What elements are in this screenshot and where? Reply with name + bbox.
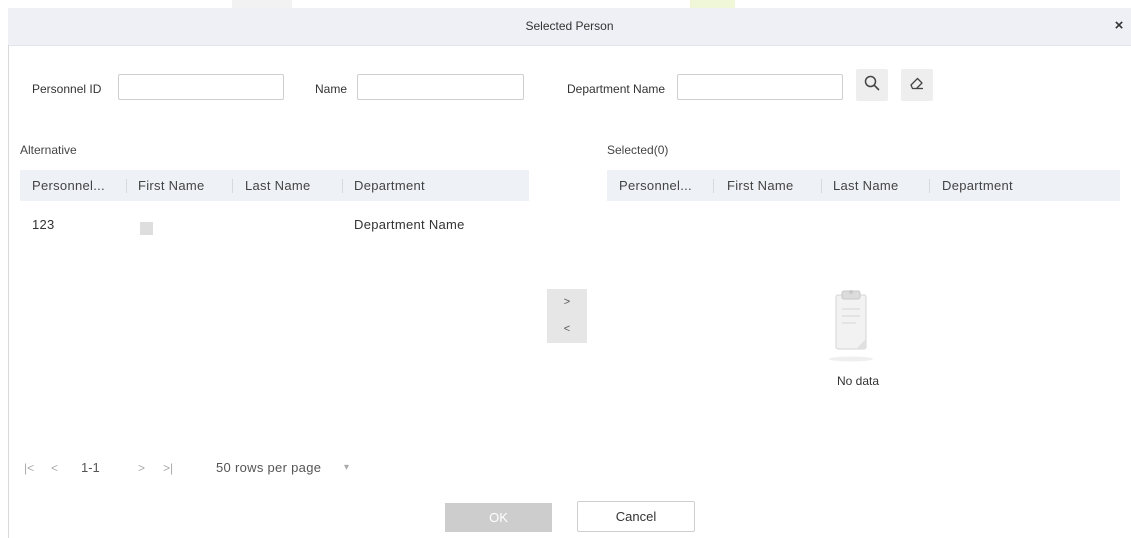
backdrop-shape: [690, 0, 735, 8]
column-header-last-name[interactable]: Last Name: [245, 170, 311, 201]
selected-label: Selected(0): [607, 143, 669, 157]
row-checkbox[interactable]: [140, 222, 153, 235]
personnel-id-label: Personnel ID: [32, 82, 102, 96]
department-name-input[interactable]: [677, 74, 843, 100]
column-header-department[interactable]: Department: [942, 170, 1013, 201]
backdrop-shape: [232, 0, 292, 8]
prev-page-icon[interactable]: <: [51, 459, 58, 477]
selected-grid-header: Personnel... First Name Last Name Depart…: [607, 170, 1120, 201]
dialog-border: [8, 45, 9, 538]
first-page-icon[interactable]: |<: [24, 459, 34, 477]
column-header-personnel[interactable]: Personnel...: [32, 170, 105, 201]
ok-button[interactable]: OK: [445, 503, 552, 532]
chevron-down-icon[interactable]: ▾: [344, 459, 349, 477]
column-header-department[interactable]: Department: [354, 170, 425, 201]
department-name-label: Department Name: [567, 82, 666, 96]
dialog-titlebar: Selected Person ×: [8, 8, 1131, 46]
column-separator: [342, 179, 343, 193]
search-icon: [864, 75, 880, 96]
column-separator: [713, 179, 714, 193]
column-header-first-name[interactable]: First Name: [727, 170, 794, 201]
search-button[interactable]: [856, 69, 888, 101]
column-separator: [929, 179, 930, 193]
add-to-selected-button[interactable]: >: [547, 289, 587, 316]
column-header-first-name[interactable]: First Name: [138, 170, 205, 201]
close-icon[interactable]: ×: [1111, 17, 1127, 35]
personnel-id-input[interactable]: [118, 74, 284, 100]
column-separator: [821, 179, 822, 193]
alternative-grid-header: Personnel... First Name Last Name Depart…: [20, 170, 529, 201]
dialog-title: Selected Person: [525, 19, 614, 33]
clipboard-icon: [828, 287, 874, 368]
rows-per-page-select[interactable]: 50 rows per page: [216, 459, 321, 477]
remove-from-selected-button[interactable]: <: [547, 316, 587, 343]
column-header-last-name[interactable]: Last Name: [833, 170, 899, 201]
clear-button[interactable]: [901, 69, 933, 101]
last-page-icon[interactable]: >|: [163, 459, 173, 477]
cancel-button[interactable]: Cancel: [577, 501, 695, 532]
eraser-icon: [909, 75, 925, 96]
cell-department: Department Name: [354, 217, 465, 232]
alternative-label: Alternative: [20, 143, 77, 157]
backdrop-strip: [0, 0, 1131, 8]
empty-state-text: No data: [837, 374, 880, 388]
column-header-personnel[interactable]: Personnel...: [619, 170, 692, 201]
name-input[interactable]: [357, 74, 524, 100]
column-separator: [126, 179, 127, 193]
next-page-icon[interactable]: >: [138, 459, 145, 477]
cell-personnel-id: 123: [32, 217, 55, 232]
selected-person-dialog: Selected Person × Personnel ID Name Depa…: [0, 0, 1131, 538]
page-range: 1-1: [81, 460, 100, 475]
name-label: Name: [315, 82, 348, 96]
column-separator: [232, 179, 233, 193]
